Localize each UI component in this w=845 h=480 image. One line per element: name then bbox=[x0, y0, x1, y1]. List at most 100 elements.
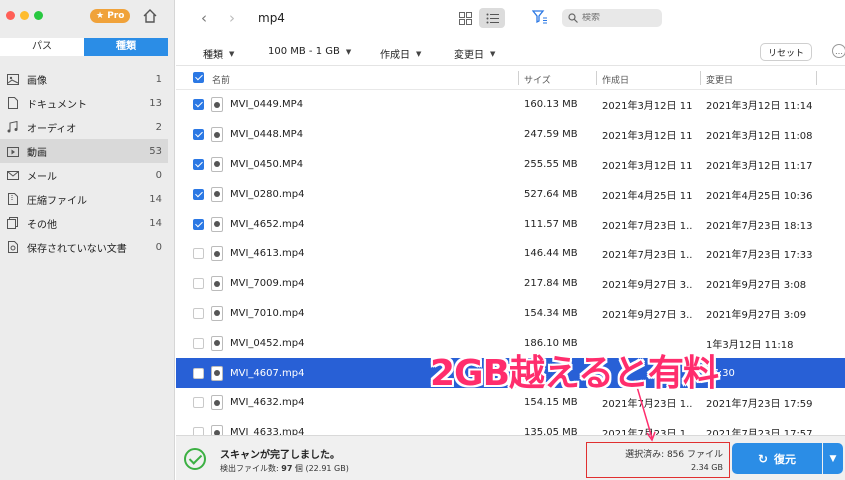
row-checkbox[interactable] bbox=[193, 158, 204, 170]
row-checkbox[interactable] bbox=[193, 188, 204, 200]
file-name: MVI_4607.mp4 bbox=[230, 367, 305, 379]
video-file-icon bbox=[211, 156, 223, 172]
file-name: MVI_4632.mp4 bbox=[230, 397, 305, 409]
close-window-button[interactable] bbox=[6, 11, 15, 20]
restore-options-button[interactable]: ▼ bbox=[823, 443, 843, 474]
row-checkbox[interactable] bbox=[193, 248, 204, 260]
chevron-down-icon: ▼ bbox=[345, 47, 352, 56]
modified-filter-dropdown[interactable]: 変更日 ▼ bbox=[454, 46, 496, 62]
file-modified: 2021年3月12日 11:17 bbox=[706, 160, 813, 172]
path-tab[interactable]: パス bbox=[0, 38, 84, 56]
file-created: 2021年7月23日 1... bbox=[602, 250, 692, 262]
sidebar-item-label: その他 bbox=[27, 219, 57, 231]
chevron-down-icon: ▼ bbox=[490, 49, 496, 58]
table-row[interactable]: MVI_0448.MP4 247.59 MB 2021年3月12日 11... 202… bbox=[176, 120, 845, 150]
sidebar-item-mail[interactable]: メール 0 bbox=[0, 163, 168, 187]
file-name: MVI_7009.mp4 bbox=[230, 278, 305, 290]
column-name-header[interactable]: 名前 bbox=[212, 73, 230, 86]
row-checkbox[interactable] bbox=[193, 278, 204, 290]
file-created: 2021年9月27日 3... bbox=[602, 280, 692, 292]
size-filter-dropdown[interactable]: 100 MB - 1 GB ▼ bbox=[268, 46, 351, 57]
file-created: 2021年3月12日 11... bbox=[602, 160, 692, 172]
type-tab[interactable]: 種類 bbox=[84, 38, 168, 56]
column-created-header[interactable]: 作成日 bbox=[602, 73, 629, 86]
file-modified: 2021年7月23日 17:59 bbox=[706, 399, 813, 411]
sidebar-item-archive[interactable]: 圧縮ファイル 14 bbox=[0, 187, 168, 211]
video-file-icon bbox=[211, 127, 223, 143]
table-row[interactable]: MVI_4613.mp4 146.44 MB 2021年7月23日 1... 2021… bbox=[176, 239, 845, 269]
select-all-checkbox[interactable] bbox=[193, 72, 204, 83]
row-checkbox[interactable] bbox=[193, 337, 204, 349]
pro-badge[interactable]: ★ Pro bbox=[90, 9, 131, 23]
restore-icon: ↻ bbox=[757, 451, 769, 466]
video-file-icon bbox=[211, 186, 223, 202]
reset-button[interactable]: リセット bbox=[760, 43, 812, 61]
detected-files-summary: 検出ファイル数: 97 個 (22.91 GB) bbox=[220, 463, 349, 474]
detected-suffix: 個 (22.91 GB) bbox=[292, 464, 349, 473]
selected-count: 選択済み: 856 ファイル bbox=[625, 450, 723, 460]
file-modified: 2021年7月23日 17:33 bbox=[706, 250, 813, 262]
search-box[interactable] bbox=[562, 9, 662, 27]
table-header: 名前 サイズ 作成日 変更日 bbox=[176, 66, 845, 90]
minimize-window-button[interactable] bbox=[20, 11, 29, 20]
table-row[interactable]: MVI_7009.mp4 217.84 MB 2021年9月27日 3... 2021… bbox=[176, 269, 845, 299]
file-size: 146.44 MB bbox=[524, 248, 578, 260]
file-modified: 2021年7月23日 18:13 bbox=[706, 220, 813, 232]
sidebar-item-video[interactable]: 動画 53 bbox=[0, 139, 168, 163]
home-icon[interactable] bbox=[141, 7, 159, 25]
table-row[interactable]: MVI_4652.mp4 111.57 MB 2021年7月23日 1... 2021… bbox=[176, 209, 845, 239]
sidebar-item-label: オーディオ bbox=[27, 123, 77, 135]
grid-view-button[interactable] bbox=[455, 9, 475, 27]
row-checkbox[interactable] bbox=[193, 307, 204, 319]
sidebar-item-label: 画像 bbox=[27, 75, 47, 87]
row-checkbox[interactable] bbox=[193, 397, 204, 409]
sidebar-item-other[interactable]: その他 14 bbox=[0, 211, 168, 235]
column-modified-header[interactable]: 変更日 bbox=[706, 73, 733, 86]
zoom-window-button[interactable] bbox=[34, 11, 43, 20]
sidebar-item-audio[interactable]: オーディオ 2 bbox=[0, 115, 168, 139]
image-icon bbox=[6, 73, 19, 86]
created-filter-dropdown[interactable]: 作成日 ▼ bbox=[380, 46, 421, 62]
list-view-button[interactable] bbox=[479, 8, 505, 28]
file-name: MVI_4613.mp4 bbox=[230, 248, 305, 260]
row-checkbox[interactable] bbox=[193, 367, 204, 379]
restore-button[interactable]: ↻ 復元 bbox=[732, 443, 822, 474]
sidebar-item-count: 13 bbox=[149, 97, 162, 109]
sidebar-item-count: 14 bbox=[149, 217, 162, 229]
file-created: 2021年3月12日 11... bbox=[602, 131, 692, 143]
search-input[interactable] bbox=[582, 13, 652, 23]
scan-complete-message: スキャンが完了しました。 bbox=[220, 450, 340, 461]
table-row[interactable]: MVI_0449.MP4 160.13 MB 2021年3月12日 11... 202… bbox=[176, 90, 845, 120]
video-file-icon bbox=[211, 335, 223, 351]
file-modified: 2021年9月27日 3:09 bbox=[706, 309, 807, 321]
table-row[interactable]: MVI_0450.MP4 255.55 MB 2021年3月12日 11... 202… bbox=[176, 150, 845, 180]
filter-icon[interactable] bbox=[531, 9, 548, 25]
column-divider[interactable] bbox=[518, 71, 519, 85]
more-options-button[interactable]: … bbox=[832, 44, 845, 58]
column-divider[interactable] bbox=[596, 71, 597, 85]
other-icon bbox=[6, 217, 19, 230]
sidebar-item-document[interactable]: ドキュメント 13 bbox=[0, 91, 168, 115]
column-divider[interactable] bbox=[700, 71, 701, 85]
file-name: MVI_0449.MP4 bbox=[230, 99, 304, 111]
table-row[interactable]: MVI_0280.mp4 527.64 MB 2021年4月25日 11... 202… bbox=[176, 179, 845, 209]
music-icon bbox=[6, 121, 19, 134]
forward-button[interactable]: › bbox=[222, 8, 242, 28]
sidebar-item-unsaved-document[interactable]: 保存されていない文書 0 bbox=[0, 235, 168, 259]
file-modified: 2021年3月12日 11:14 bbox=[706, 101, 813, 113]
row-checkbox[interactable] bbox=[193, 218, 204, 230]
back-button[interactable]: ‹ bbox=[194, 8, 214, 28]
sidebar-item-count: 53 bbox=[149, 145, 162, 157]
column-divider[interactable] bbox=[816, 71, 817, 85]
table-row[interactable]: MVI_7010.mp4 154.34 MB 2021年9月27日 3... 2021… bbox=[176, 299, 845, 329]
column-size-header[interactable]: サイズ bbox=[524, 73, 551, 86]
more-icon: … bbox=[835, 46, 843, 56]
row-checkbox[interactable] bbox=[193, 99, 204, 111]
sidebar-item-image[interactable]: 画像 1 bbox=[0, 67, 168, 91]
type-filter-dropdown[interactable]: 種類 ▼ bbox=[203, 46, 234, 62]
sidebar-item-label: 動画 bbox=[27, 147, 47, 159]
sidebar-item-label: ドキュメント bbox=[27, 99, 87, 111]
row-checkbox[interactable] bbox=[193, 129, 204, 141]
file-size: 154.15 MB bbox=[524, 397, 578, 409]
chevron-right-icon: › bbox=[229, 9, 235, 27]
